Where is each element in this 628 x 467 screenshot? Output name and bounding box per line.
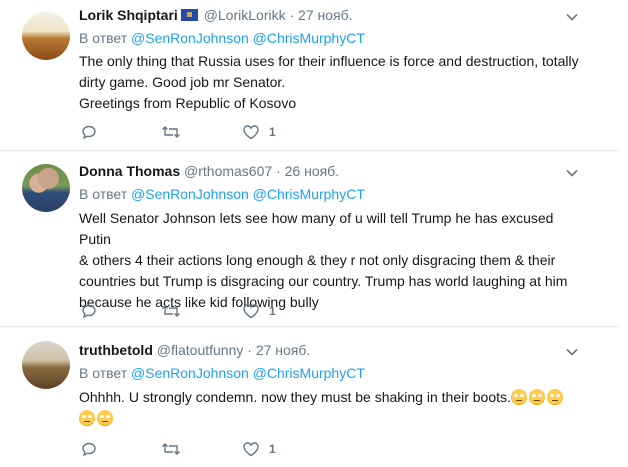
reply-prefix: В ответ <box>79 30 128 46</box>
tweet[interactable]: Lorik Shqiptari @LorikLorikk · 27 нояб. … <box>0 0 620 151</box>
scrollbar-track[interactable] <box>620 0 628 467</box>
reply-icon[interactable] <box>81 303 97 321</box>
tweet-text-line: Well Senator Johnson lets see how many o… <box>79 210 554 247</box>
tweet-text-line: Ohhhh. U strongly condemn. now they must… <box>79 387 589 408</box>
timestamp[interactable]: 27 нояб. <box>298 7 352 23</box>
tweet-text: Ohhhh. U strongly condemn. now they must… <box>79 387 589 429</box>
rolling-eyes-emoji <box>510 389 527 405</box>
tweet-text-line: & others 4 their actions long enough & t… <box>79 252 556 268</box>
reply-mentions[interactable]: @SenRonJohnson @ChrisMurphyCT <box>131 365 365 381</box>
reply-icon[interactable] <box>81 441 97 459</box>
user-handle[interactable]: @LorikLorikk <box>204 7 286 23</box>
heart-icon[interactable] <box>242 303 260 321</box>
tweet-text-content: Ohhhh. U strongly condemn. now they must… <box>79 389 511 405</box>
tweet-text-line: dirty game. Good job mr Senator. <box>79 74 286 90</box>
tweet-text: Well Senator Johnson lets see how many o… <box>79 208 589 313</box>
tweet[interactable]: Donna Thomas @rthomas607 · 26 нояб. В от… <box>0 151 620 327</box>
heart-icon[interactable] <box>242 124 260 142</box>
chevron-down-icon[interactable] <box>565 345 579 359</box>
tweet-text-line: The only thing that Russia uses for thei… <box>79 53 579 69</box>
avatar[interactable] <box>22 12 70 60</box>
like-count: 1 <box>269 125 276 139</box>
tweet-actions: 1 <box>79 124 339 142</box>
retweet-icon[interactable] <box>161 441 181 459</box>
tweet-header: Donna Thomas @rthomas607 · 26 нояб. <box>79 162 339 180</box>
tweet-header: truthbetold @flatoutfunny · 27 нояб. <box>79 341 310 359</box>
like-count: 1 <box>269 304 276 318</box>
reply-prefix: В ответ <box>79 365 128 381</box>
reply-context: В ответ @SenRonJohnson @ChrisMurphyCT <box>79 185 365 203</box>
tweet-text-line: countries but Trump is disgracing our co… <box>79 273 568 289</box>
kosovo-flag-icon <box>180 9 198 21</box>
retweet-icon[interactable] <box>161 124 181 142</box>
rolling-eyes-emoji <box>97 410 113 426</box>
user-handle[interactable]: @flatoutfunny <box>157 342 244 358</box>
tweet-actions: 1 <box>79 303 339 321</box>
reply-context: В ответ @SenRonJohnson @ChrisMurphyCT <box>79 29 365 47</box>
tweet-text-line: Greetings from Republic of Kosovo <box>79 95 297 111</box>
tweet-text: The only thing that Russia uses for thei… <box>79 51 589 114</box>
separator: · <box>247 342 252 358</box>
avatar[interactable] <box>22 164 70 212</box>
rolling-eyes-emoji <box>546 389 563 405</box>
chevron-down-icon[interactable] <box>565 10 579 24</box>
heart-icon[interactable] <box>242 441 260 459</box>
chevron-down-icon[interactable] <box>565 166 579 180</box>
timestamp[interactable]: 26 нояб. <box>285 163 339 179</box>
user-name[interactable]: Lorik Shqiptari <box>79 7 178 23</box>
tweet-header: Lorik Shqiptari @LorikLorikk · 27 нояб. <box>79 6 353 24</box>
separator: · <box>276 163 281 179</box>
avatar[interactable] <box>22 341 70 389</box>
tweet-text-line <box>79 408 589 429</box>
rolling-eyes-emoji <box>528 389 545 405</box>
retweet-icon[interactable] <box>161 303 181 321</box>
reply-prefix: В ответ <box>79 186 128 202</box>
user-name[interactable]: truthbetold <box>79 342 153 358</box>
user-handle[interactable]: @rthomas607 <box>184 163 272 179</box>
rolling-eyes-emoji <box>79 410 95 426</box>
tweet[interactable]: truthbetold @flatoutfunny · 27 нояб. В о… <box>0 327 620 467</box>
reply-mentions[interactable]: @SenRonJohnson @ChrisMurphyCT <box>131 186 365 202</box>
user-name[interactable]: Donna Thomas <box>79 163 180 179</box>
timestamp[interactable]: 27 нояб. <box>256 342 310 358</box>
reply-icon[interactable] <box>81 124 97 142</box>
separator: · <box>289 7 295 23</box>
reply-mentions[interactable]: @SenRonJohnson @ChrisMurphyCT <box>131 30 365 46</box>
tweet-actions: 1 <box>79 441 339 459</box>
like-count: 1 <box>269 442 276 456</box>
reply-context: В ответ @SenRonJohnson @ChrisMurphyCT <box>79 364 365 382</box>
